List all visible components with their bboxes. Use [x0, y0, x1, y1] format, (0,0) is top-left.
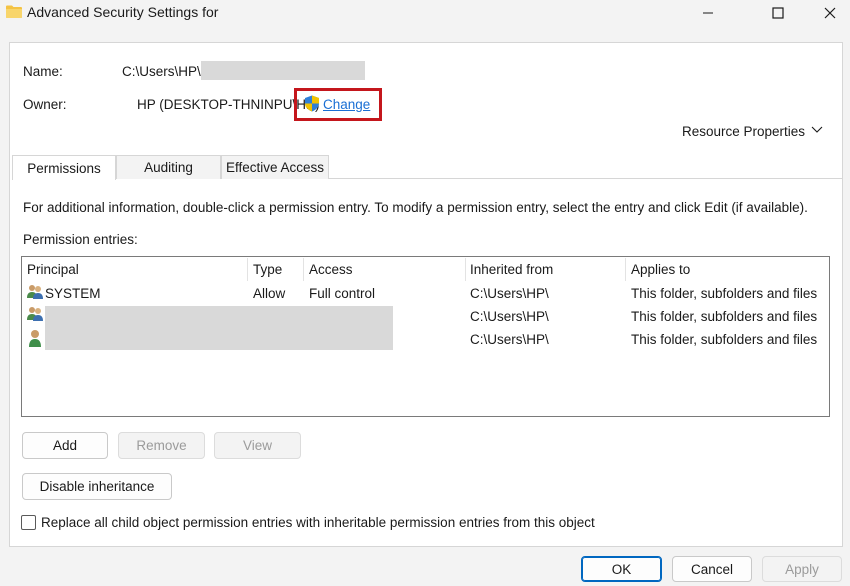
group-users-icon — [27, 307, 43, 321]
apply-button-label: Apply — [785, 561, 819, 577]
minimize-icon — [703, 12, 713, 14]
tab-label: Permissions — [27, 160, 101, 176]
table-row[interactable]: SYSTEM Allow Full control C:\Users\HP\ T… — [23, 283, 828, 305]
cancel-button[interactable]: Cancel — [672, 556, 752, 582]
disable-inheritance-button[interactable]: Disable inheritance — [22, 473, 172, 500]
owner-value: HP (DESKTOP-THNINPU\HP) — [137, 97, 320, 112]
instructions-text: For additional information, double-click… — [23, 200, 808, 215]
tab-effective-access[interactable]: Effective Access — [221, 155, 329, 179]
access-cell: Full control — [309, 286, 376, 301]
uac-shield-icon — [305, 95, 319, 112]
group-users-icon — [27, 285, 43, 299]
view-button-label: View — [242, 438, 273, 453]
column-header-applies-to[interactable]: Applies to — [631, 262, 690, 277]
tab-label: Effective Access — [225, 160, 325, 175]
change-owner-link[interactable]: Change — [323, 97, 370, 112]
inherited-cell: C:\Users\HP\ — [470, 286, 549, 301]
remove-button-label: Remove — [136, 438, 187, 453]
name-value: C:\Users\HP\ — [122, 64, 201, 79]
applies-cell: This folder, subfolders and files — [631, 309, 818, 324]
tab-label: Auditing — [144, 160, 193, 175]
apply-button[interactable]: Apply — [762, 556, 842, 582]
maximize-button[interactable] — [755, 0, 801, 26]
applies-cell: This folder, subfolders and files — [631, 332, 818, 347]
column-header-principal[interactable]: Principal — [27, 262, 79, 277]
column-separator[interactable] — [465, 258, 466, 281]
name-label: Name: — [23, 64, 63, 79]
inherited-cell: C:\Users\HP\ — [470, 309, 549, 324]
inherited-cell: C:\Users\HP\ — [470, 332, 549, 347]
permission-entries-list[interactable]: Principal Type Access Inherited from App… — [21, 256, 830, 417]
title-bar: Advanced Security Settings for — [0, 0, 850, 28]
replace-child-permissions-checkbox[interactable] — [21, 515, 36, 530]
type-cell: Allow — [253, 286, 286, 301]
folder-icon — [6, 5, 22, 18]
redacted-principals — [45, 306, 393, 350]
maximize-icon — [772, 7, 784, 19]
tab-auditing[interactable]: Auditing — [116, 155, 221, 179]
ok-button[interactable]: OK — [581, 556, 662, 582]
resource-properties-label[interactable]: Resource Properties — [682, 124, 805, 139]
add-button[interactable]: Add — [22, 432, 108, 459]
user-icon — [29, 330, 41, 347]
owner-label: Owner: — [23, 97, 67, 112]
chevron-down-icon[interactable] — [811, 125, 823, 135]
column-separator[interactable] — [247, 258, 248, 281]
add-button-label: Add — [52, 438, 78, 453]
close-button[interactable] — [807, 0, 850, 26]
principal-cell: SYSTEM — [45, 286, 101, 301]
redacted-name — [201, 61, 365, 80]
view-button[interactable]: View — [214, 432, 301, 459]
window-title: Advanced Security Settings for — [27, 4, 219, 20]
applies-cell: This folder, subfolders and files — [631, 286, 818, 301]
column-header-inherited-from[interactable]: Inherited from — [470, 262, 553, 277]
close-icon — [824, 7, 836, 19]
tab-permissions[interactable]: Permissions — [12, 155, 116, 180]
ok-button-label: OK — [611, 561, 632, 577]
replace-child-permissions-label[interactable]: Replace all child object permission entr… — [41, 515, 595, 530]
remove-button[interactable]: Remove — [118, 432, 205, 459]
minimize-button[interactable] — [685, 0, 731, 26]
cancel-button-label: Cancel — [690, 561, 734, 577]
permission-entries-label: Permission entries: — [23, 232, 138, 247]
disable-inheritance-label: Disable inheritance — [39, 479, 155, 494]
column-header-access[interactable]: Access — [309, 262, 353, 277]
column-separator[interactable] — [303, 258, 304, 281]
column-header-type[interactable]: Type — [253, 262, 282, 277]
column-separator[interactable] — [625, 258, 626, 281]
